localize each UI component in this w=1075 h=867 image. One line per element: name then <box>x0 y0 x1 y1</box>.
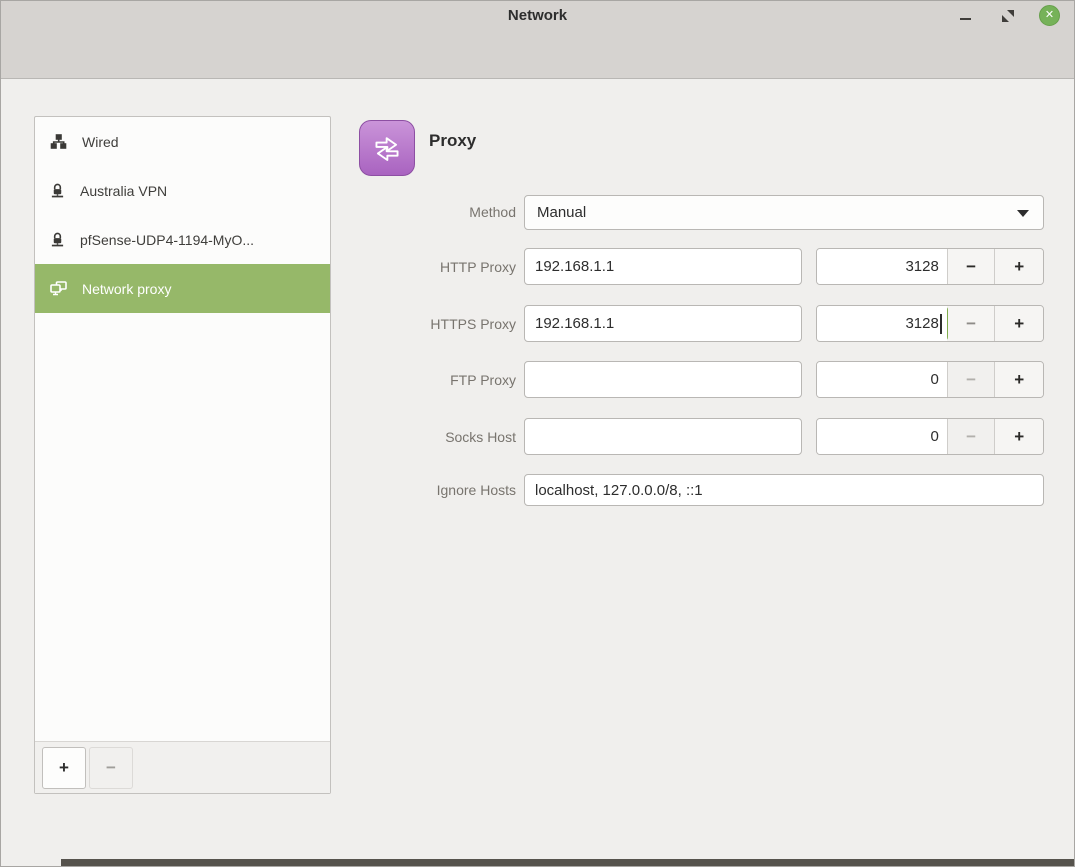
socks-host-input[interactable] <box>524 418 802 455</box>
sidebar-item-pfsense-vpn[interactable]: pfSense-UDP4-1194-MyO... <box>35 215 330 264</box>
socks-host-label: Socks Host <box>331 429 516 445</box>
minus-icon: − <box>106 758 116 778</box>
vpn-lock-icon <box>50 183 65 199</box>
http-proxy-port-input[interactable] <box>817 249 947 284</box>
proxy-app-icon <box>359 120 415 176</box>
ftp-port-increment-button[interactable]: + <box>995 362 1043 397</box>
https-port-field-focused <box>817 306 948 341</box>
titlebar: Network ✕ <box>1 1 1074 79</box>
sidebar-item-network-proxy[interactable]: Network proxy <box>35 264 330 313</box>
sidebar-item-label: Network proxy <box>82 281 171 297</box>
plus-icon: + <box>1014 314 1024 334</box>
ftp-proxy-port-spinner: − + <box>816 361 1044 398</box>
http-proxy-label: HTTP Proxy <box>331 259 516 275</box>
https-proxy-port-spinner: − + <box>816 305 1044 342</box>
ftp-port-field <box>817 362 948 397</box>
plus-icon: + <box>1014 427 1024 447</box>
https-port-decrement-button[interactable]: − <box>948 306 996 341</box>
minimize-button[interactable] <box>954 5 976 27</box>
add-connection-button[interactable]: + <box>42 747 86 789</box>
proxy-monitors-icon <box>50 281 67 296</box>
sidebar-item-label: pfSense-UDP4-1194-MyO... <box>80 232 254 248</box>
text-caret <box>940 314 942 334</box>
minus-icon: − <box>966 314 976 334</box>
sidebar-item-australia-vpn[interactable]: Australia VPN <box>35 166 330 215</box>
https-port-increment-button[interactable]: + <box>995 306 1043 341</box>
network-settings-window: Network ✕ Wired <box>0 0 1075 867</box>
https-proxy-host-input[interactable] <box>524 305 802 342</box>
sidebar-item-wired[interactable]: Wired <box>35 117 330 166</box>
chevron-down-icon <box>1017 210 1029 217</box>
minus-icon: − <box>966 427 976 447</box>
remove-connection-button[interactable]: − <box>89 747 133 789</box>
sidebar-item-label: Wired <box>82 134 119 150</box>
minus-icon: − <box>966 257 976 277</box>
connections-list: Wired Australia VPN pfSense-UD <box>35 117 330 741</box>
maximize-button[interactable] <box>997 5 1019 27</box>
ignore-hosts-input[interactable] <box>524 474 1044 506</box>
http-port-decrement-button[interactable]: − <box>948 249 996 284</box>
https-proxy-port-input[interactable] <box>817 306 947 341</box>
socks-port-input[interactable] <box>817 419 947 454</box>
method-dropdown[interactable]: Manual <box>524 195 1044 230</box>
close-button[interactable]: ✕ <box>1039 5 1060 26</box>
minimize-icon <box>960 18 971 20</box>
sidebar-toolbar: + − <box>35 741 330 793</box>
ignore-hosts-label: Ignore Hosts <box>331 482 516 498</box>
plus-icon: + <box>1014 257 1024 277</box>
http-proxy-port-spinner: − + <box>816 248 1044 285</box>
socks-port-decrement-button[interactable]: − <box>948 419 996 454</box>
ftp-proxy-port-input[interactable] <box>817 362 947 397</box>
connections-sidebar: Wired Australia VPN pfSense-UD <box>34 116 331 794</box>
ftp-proxy-host-input[interactable] <box>524 361 802 398</box>
plus-icon: + <box>59 758 69 778</box>
ftp-port-decrement-button[interactable]: − <box>948 362 996 397</box>
plus-icon: + <box>1014 370 1024 390</box>
sidebar-item-label: Australia VPN <box>80 183 167 199</box>
ftp-proxy-label: FTP Proxy <box>331 372 516 388</box>
wired-network-icon <box>50 134 67 150</box>
maximize-icon <box>1002 10 1014 22</box>
socks-port-increment-button[interactable]: + <box>995 419 1043 454</box>
socks-port-spinner: − + <box>816 418 1044 455</box>
page-title: Proxy <box>429 131 476 151</box>
method-value: Manual <box>537 204 586 221</box>
window-bottom-edge <box>61 859 1074 866</box>
close-icon: ✕ <box>1045 10 1054 21</box>
vpn-lock-icon <box>50 232 65 248</box>
transfer-arrows-icon <box>367 128 407 168</box>
http-port-field <box>817 249 948 284</box>
minus-icon: − <box>966 370 976 390</box>
socks-port-field <box>817 419 948 454</box>
window-title: Network <box>1 7 1074 24</box>
method-label: Method <box>331 204 516 220</box>
http-port-increment-button[interactable]: + <box>995 249 1043 284</box>
https-proxy-label: HTTPS Proxy <box>331 316 516 332</box>
http-proxy-host-input[interactable] <box>524 248 802 285</box>
